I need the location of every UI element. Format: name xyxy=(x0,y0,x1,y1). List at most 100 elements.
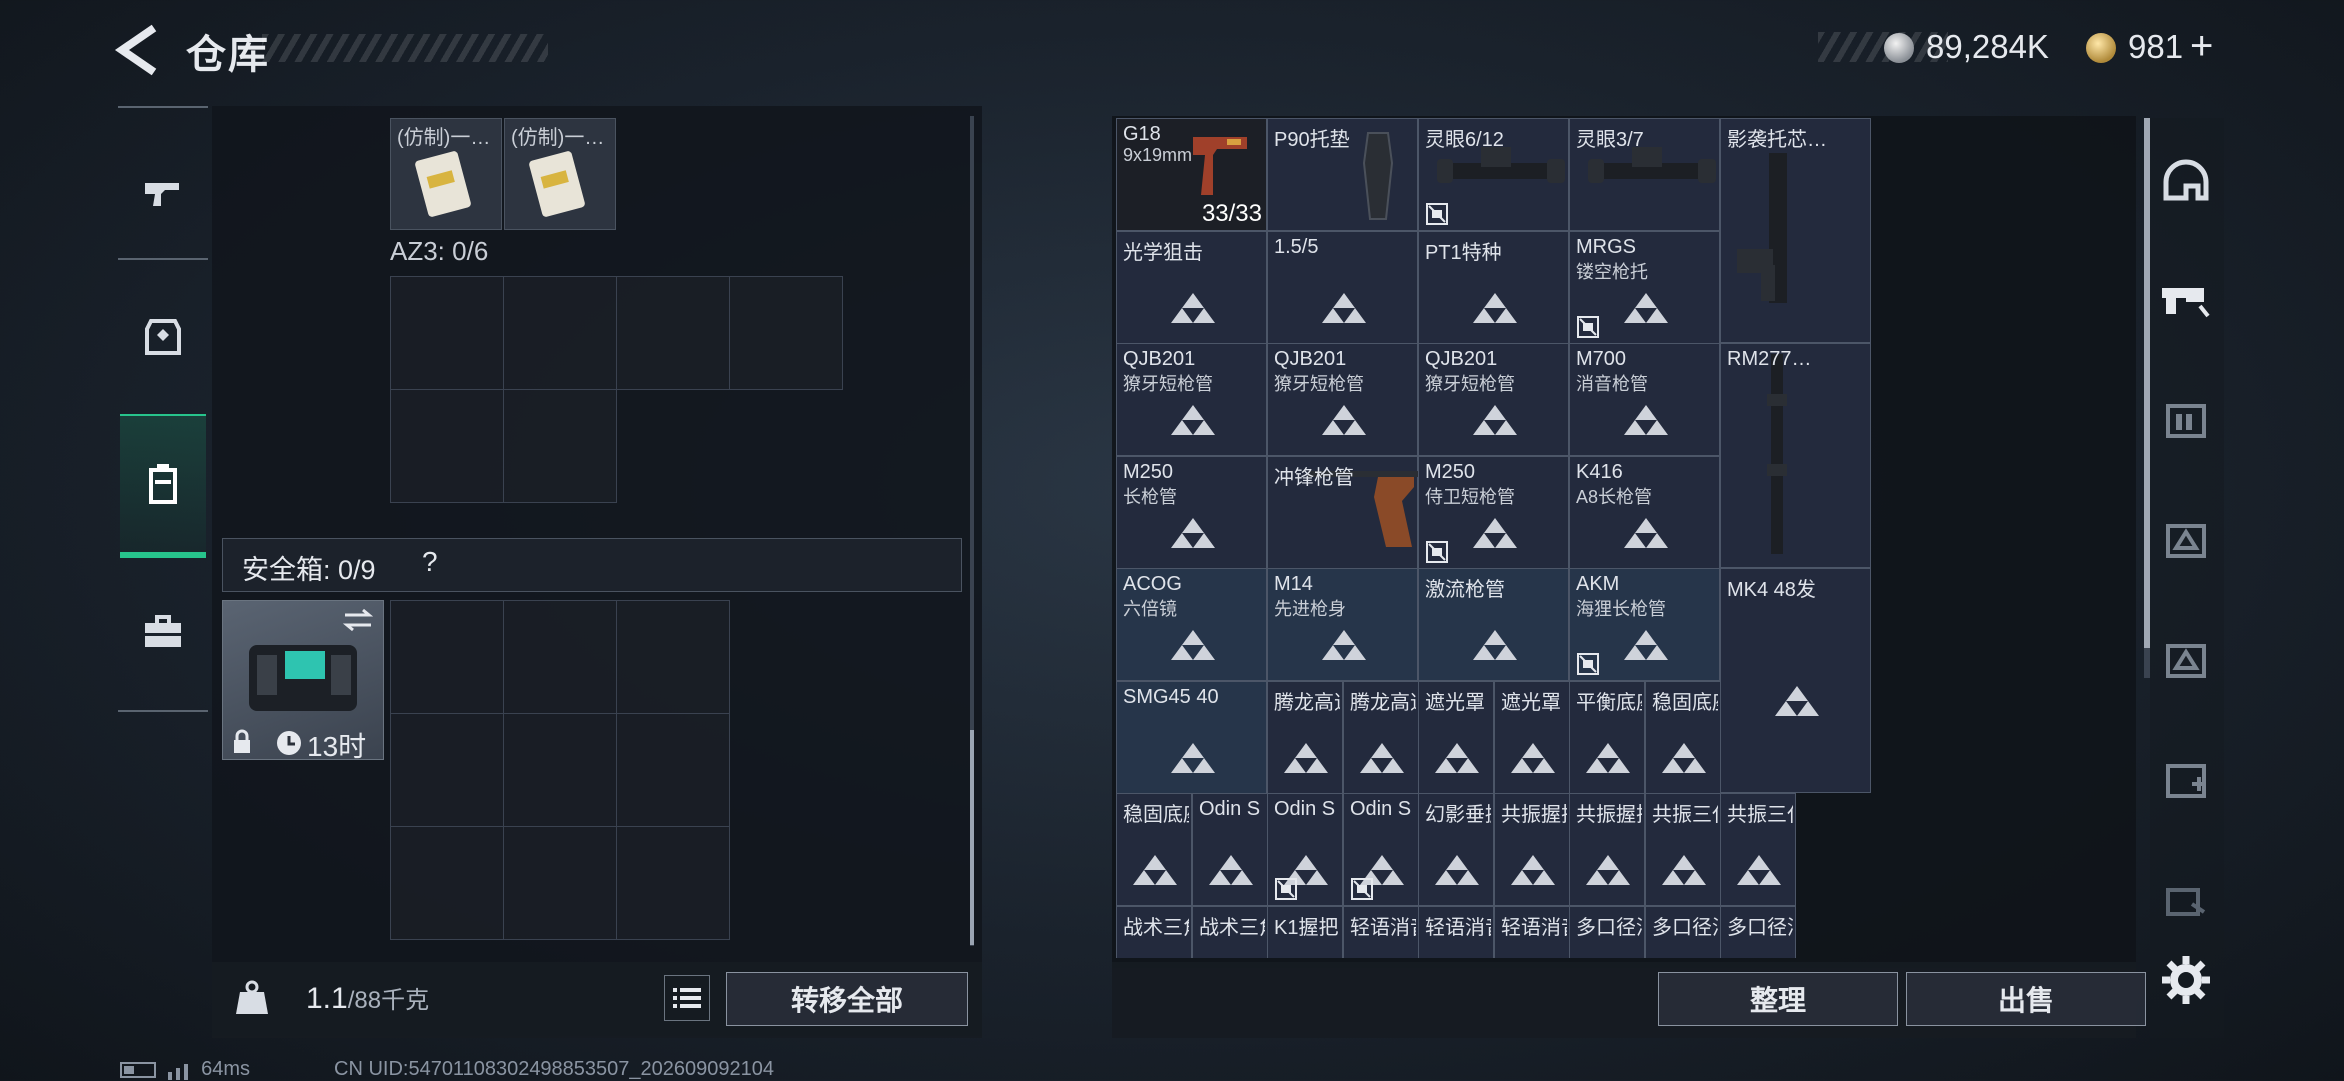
warehouse-item[interactable]: AKM 海狸长枪管 xyxy=(1569,568,1720,681)
safe-slot[interactable] xyxy=(390,826,504,940)
ammo-filter-icon[interactable] xyxy=(2156,390,2216,450)
safe-slot[interactable] xyxy=(503,600,617,714)
list-view-button[interactable] xyxy=(664,975,710,1021)
transfer-all-button[interactable]: 转移全部 xyxy=(726,972,968,1026)
add-gold-button[interactable]: + xyxy=(2190,24,2213,69)
safe-slot[interactable] xyxy=(616,600,730,714)
rail-tab-case[interactable] xyxy=(120,566,206,696)
sell-button[interactable]: 出售 xyxy=(1906,972,2146,1026)
warehouse-item[interactable]: QJB201 獠牙短枪管 xyxy=(1418,343,1569,456)
warehouse-item[interactable]: 灵眼6/12 xyxy=(1418,118,1569,231)
warehouse-item[interactable]: 激流枪管 xyxy=(1418,568,1569,681)
warehouse-item[interactable]: 稳固底座 xyxy=(1645,681,1721,794)
item-name: RM277… xyxy=(1727,348,1812,370)
warehouse-item[interactable]: 幻影垂握 xyxy=(1418,793,1494,906)
az3-slot[interactable] xyxy=(503,389,617,503)
left-scrollbar-thumb[interactable] xyxy=(970,730,974,945)
warehouse-item[interactable]: 轻语消音器 xyxy=(1343,906,1419,958)
item-name: 稳固底座 xyxy=(1123,804,1189,826)
item-name: 共振握把 xyxy=(1501,804,1567,826)
vest-filter-icon[interactable] xyxy=(2156,630,2216,690)
warehouse-item[interactable]: 腾龙高速… xyxy=(1267,681,1343,794)
warehouse-item[interactable]: 多口径消… xyxy=(1569,906,1645,958)
warehouse-item[interactable]: RM277… xyxy=(1720,343,1871,568)
az3-slot[interactable] xyxy=(616,276,730,390)
safe-box-item[interactable]: 13时 xyxy=(222,600,384,762)
warehouse-item[interactable]: 多口径消… xyxy=(1720,906,1796,958)
warehouse-item[interactable]: 多口径消… xyxy=(1645,906,1721,958)
warehouse-item[interactable]: 战术三角 xyxy=(1192,906,1268,958)
safe-slot[interactable] xyxy=(616,713,730,827)
warehouse-item[interactable]: 共振三代… xyxy=(1720,793,1796,906)
keycard-icon xyxy=(529,151,585,217)
item-name: 平衡底座 xyxy=(1576,692,1642,714)
item-name: 激流枪管 xyxy=(1425,579,1505,601)
medical-filter-icon[interactable] xyxy=(2156,750,2216,810)
warehouse-item[interactable]: K1握把 xyxy=(1267,906,1343,958)
item-subname: 先进枪身 xyxy=(1274,599,1346,619)
warehouse-item[interactable]: Odin S xyxy=(1343,793,1419,906)
warehouse-item[interactable]: 稳固底座 xyxy=(1116,793,1192,906)
safe-slot[interactable] xyxy=(390,713,504,827)
warehouse-item[interactable]: 遮光罩 xyxy=(1494,681,1570,794)
key-filter-icon[interactable] xyxy=(2156,870,2216,930)
safe-box-help-button[interactable]: ? xyxy=(422,546,438,578)
settings-gear-icon[interactable] xyxy=(2156,950,2216,1010)
helmet-filter-icon[interactable] xyxy=(2156,150,2216,210)
az3-slot[interactable] xyxy=(390,389,504,503)
safe-slot[interactable] xyxy=(390,600,504,714)
warehouse-item[interactable]: 平衡底座 xyxy=(1569,681,1645,794)
warehouse-item[interactable]: 灵眼3/7 xyxy=(1569,118,1720,231)
az3-slot[interactable] xyxy=(729,276,843,390)
warehouse-item[interactable]: PT1特种 xyxy=(1418,231,1569,344)
warehouse-item[interactable]: 共振握把 xyxy=(1569,793,1645,906)
warehouse-item[interactable]: QJB201 獠牙短枪管 xyxy=(1267,343,1418,456)
warehouse-item[interactable]: 冲锋枪管 xyxy=(1267,456,1418,569)
item-name: 灵眼3/7 xyxy=(1576,129,1644,151)
rarity-triangle-icon xyxy=(1284,743,1328,773)
sort-button[interactable]: 整理 xyxy=(1658,972,1898,1026)
warehouse-item[interactable]: 轻语消音器 xyxy=(1418,906,1494,958)
warehouse-item[interactable]: QJB201 獠牙短枪管 xyxy=(1116,343,1267,456)
warehouse-item[interactable]: 战术三角 xyxy=(1116,906,1192,958)
warehouse-item[interactable]: K416 A8长枪管 xyxy=(1569,456,1720,569)
warehouse-item[interactable]: 轻语消音器 xyxy=(1494,906,1570,958)
warehouse-item[interactable]: MK4 48发 xyxy=(1720,568,1871,793)
safe-slot[interactable] xyxy=(503,713,617,827)
safe-slot[interactable] xyxy=(616,826,730,940)
warehouse-item[interactable]: Odin S xyxy=(1267,793,1343,906)
warehouse-item[interactable]: 腾龙高速… xyxy=(1343,681,1419,794)
warehouse-item[interactable]: P90托垫 xyxy=(1267,118,1418,231)
warehouse-item[interactable]: ACOG 六倍镜 xyxy=(1116,568,1267,681)
warehouse-item[interactable]: SMG45 40 xyxy=(1116,681,1267,794)
safe-slot[interactable] xyxy=(503,826,617,940)
rail-tab-armor[interactable] xyxy=(120,272,206,402)
warehouse-item[interactable]: M700 消音枪管 xyxy=(1569,343,1720,456)
rarity-triangle-icon xyxy=(1171,405,1215,435)
armor-filter-icon[interactable] xyxy=(2156,510,2216,570)
user-id: CN UID:54701108302498853507_202609092104 xyxy=(334,1058,775,1080)
warehouse-item[interactable]: G18 9x19mm 33/33 xyxy=(1116,118,1267,231)
warehouse-item[interactable]: MRGS 镂空枪托 xyxy=(1569,231,1720,344)
back-button[interactable] xyxy=(112,22,162,78)
item-slot[interactable]: (仿制)一… xyxy=(390,118,502,230)
item-name: 多口径消… xyxy=(1727,917,1793,939)
warehouse-item[interactable]: M250 长枪管 xyxy=(1116,456,1267,569)
warehouse-item[interactable]: 1.5/5 xyxy=(1267,231,1418,344)
az3-slot[interactable] xyxy=(503,276,617,390)
gun-mod-filter-icon[interactable] xyxy=(2156,270,2216,330)
warehouse-item[interactable]: 共振三代… xyxy=(1645,793,1721,906)
warehouse-item[interactable]: M250 侍卫短枪管 xyxy=(1418,456,1569,569)
warehouse-item[interactable]: 遮光罩 xyxy=(1418,681,1494,794)
item-slot[interactable]: (仿制)一… xyxy=(504,118,616,230)
rail-tab-weapon[interactable] xyxy=(120,126,206,256)
warehouse-item[interactable]: 光学狙击 xyxy=(1116,231,1267,344)
warehouse-item[interactable]: 影袭托芯… xyxy=(1720,118,1871,343)
az3-slot[interactable] xyxy=(390,276,504,390)
rarity-triangle-icon xyxy=(1624,405,1668,435)
warehouse-item[interactable]: M14 先进枪身 xyxy=(1267,568,1418,681)
warehouse-item[interactable]: 共振握把 xyxy=(1494,793,1570,906)
rail-tab-backpack[interactable] xyxy=(120,414,206,558)
warehouse-item[interactable]: Odin S xyxy=(1192,793,1268,906)
item-name: AKM xyxy=(1576,573,1620,595)
